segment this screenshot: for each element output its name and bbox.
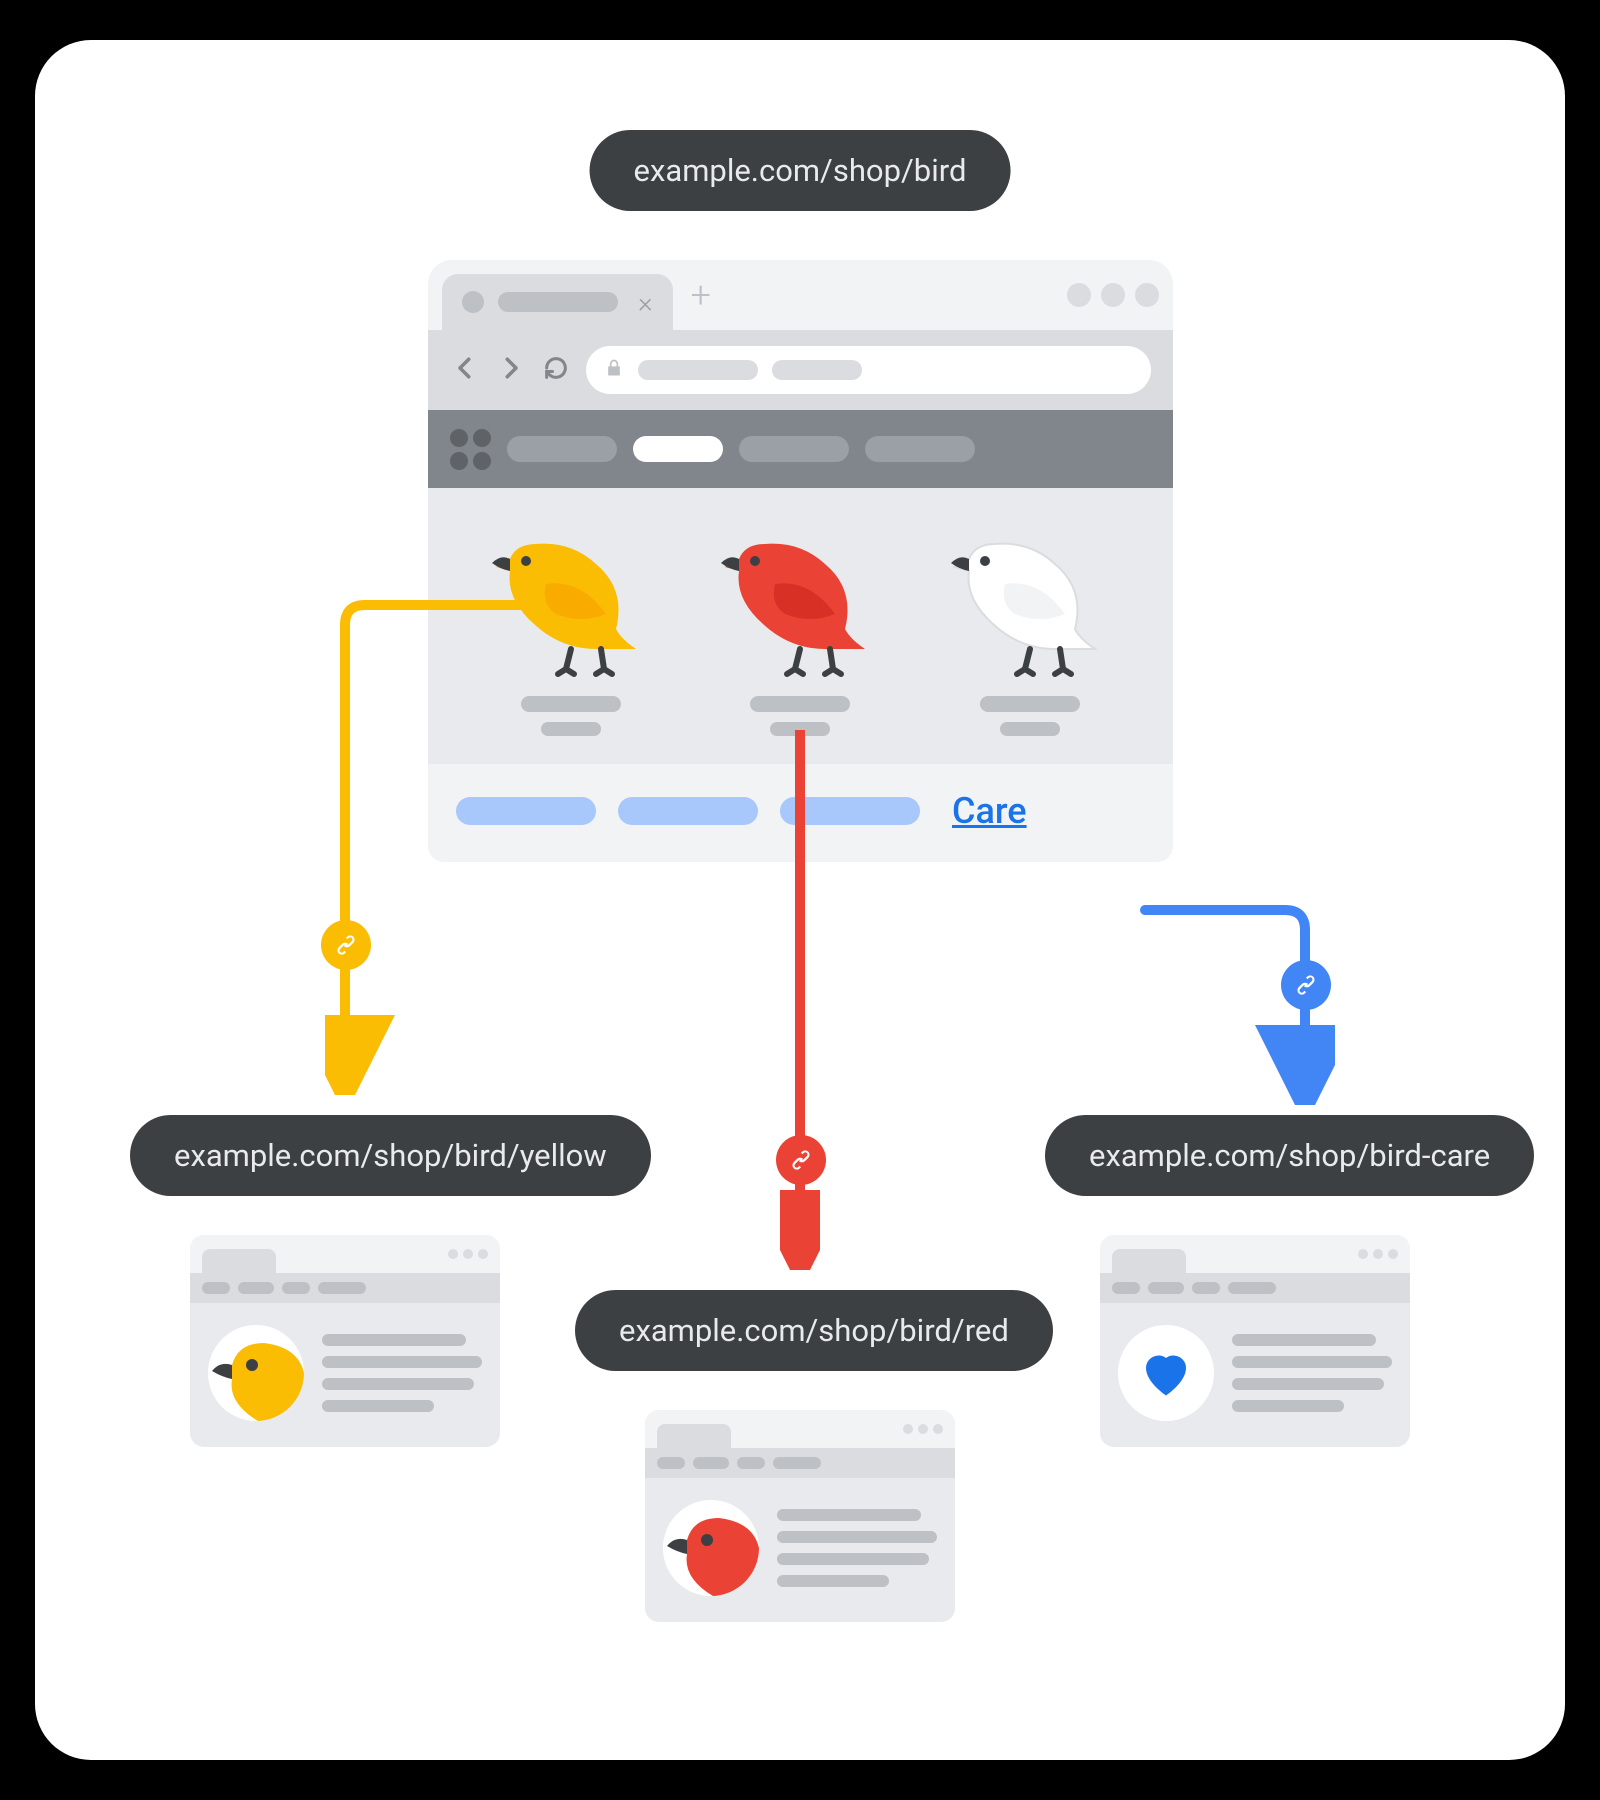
lock-icon — [604, 358, 624, 382]
new-tab-icon: + — [691, 274, 711, 316]
content-placeholder — [1232, 1334, 1392, 1412]
product-card-white — [930, 524, 1130, 736]
product-price-placeholder — [770, 722, 830, 736]
avatar-yellow-bird-icon — [208, 1325, 304, 1421]
back-icon — [450, 353, 480, 387]
main-url-pill: example.com/shop/bird — [590, 130, 1011, 211]
site-logo-icon — [450, 429, 491, 470]
mini-toolbar — [645, 1448, 955, 1478]
url-pill-yellow: example.com/shop/bird/yellow — [130, 1115, 651, 1196]
forward-icon — [496, 353, 526, 387]
footer-link-placeholder — [456, 797, 596, 825]
link-badge-red — [776, 1135, 826, 1185]
avatar-red-bird-icon — [663, 1500, 759, 1596]
reload-icon — [542, 354, 570, 386]
mini-tabstrip — [645, 1410, 955, 1448]
mini-tabstrip — [190, 1235, 500, 1273]
browser-tab-strip: × + — [428, 260, 1173, 330]
url-segment-placeholder — [772, 360, 862, 380]
nav-item-placeholder — [739, 436, 849, 462]
avatar-heart-icon — [1118, 1325, 1214, 1421]
active-tab: × — [442, 274, 673, 330]
diagram-canvas: example.com/shop/bird × + — [35, 40, 1565, 1760]
mini-browser-red — [645, 1410, 955, 1622]
nav-item-active-placeholder — [633, 436, 723, 462]
mini-browser-yellow — [190, 1235, 500, 1447]
product-grid — [428, 488, 1173, 764]
product-price-placeholder — [541, 722, 601, 736]
url-pill-red: example.com/shop/bird/red — [575, 1290, 1053, 1371]
url-pill-care: example.com/shop/bird-care — [1045, 1115, 1534, 1196]
site-navigation — [428, 410, 1173, 488]
product-title-placeholder — [521, 696, 621, 712]
content-placeholder — [777, 1509, 937, 1587]
product-price-placeholder — [1000, 722, 1060, 736]
mini-toolbar — [1100, 1273, 1410, 1303]
nav-item-placeholder — [507, 436, 617, 462]
product-card-red — [700, 524, 900, 736]
product-card-yellow — [471, 524, 671, 736]
window-controls — [1067, 283, 1159, 307]
nav-item-placeholder — [865, 436, 975, 462]
bird-white-icon — [940, 524, 1120, 684]
address-bar — [586, 346, 1151, 394]
mini-toolbar — [190, 1273, 500, 1303]
link-badge-blue — [1281, 960, 1331, 1010]
footer-link-row: Care — [428, 764, 1173, 862]
tab-title-placeholder — [498, 292, 618, 312]
main-browser-window: × + — [428, 260, 1173, 862]
product-title-placeholder — [750, 696, 850, 712]
product-title-placeholder — [980, 696, 1080, 712]
footer-link-placeholder — [780, 797, 920, 825]
care-link: Care — [952, 790, 1027, 832]
close-tab-icon: × — [638, 286, 653, 319]
tab-favicon-placeholder — [462, 291, 484, 313]
link-badge-yellow — [321, 920, 371, 970]
mini-browser-care — [1100, 1235, 1410, 1447]
browser-toolbar — [428, 330, 1173, 410]
url-segment-placeholder — [638, 360, 758, 380]
content-placeholder — [322, 1334, 482, 1412]
bird-red-icon — [710, 524, 890, 684]
footer-link-placeholder — [618, 797, 758, 825]
bird-yellow-icon — [481, 524, 661, 684]
mini-tabstrip — [1100, 1235, 1410, 1273]
